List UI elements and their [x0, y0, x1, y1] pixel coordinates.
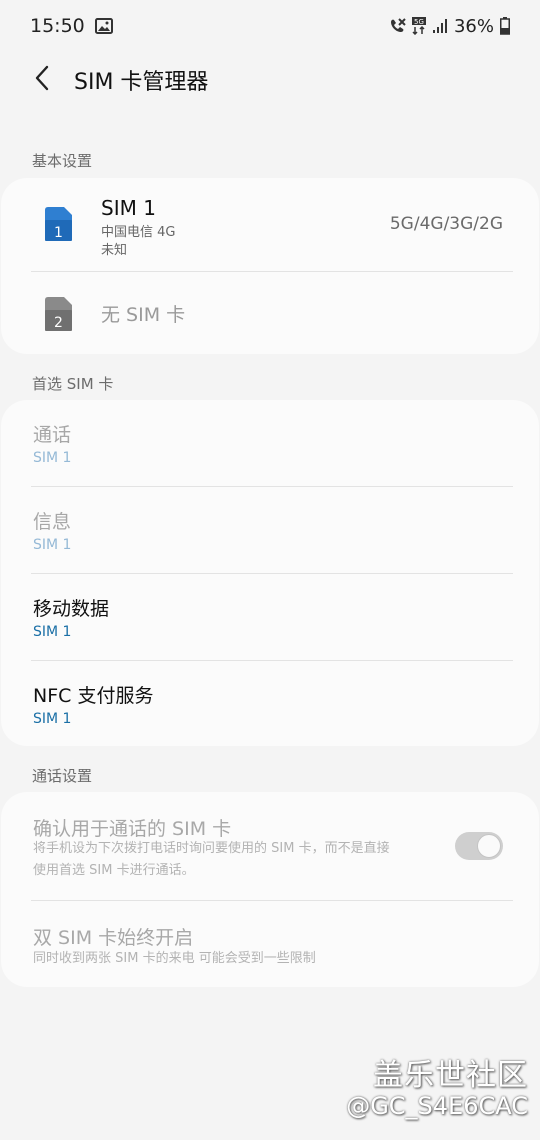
status-bar: 15:50 5G 36%: [0, 0, 540, 52]
pref-value-mobile-data: SIM 1: [33, 624, 72, 640]
page-title: SIM 卡管理器: [74, 70, 209, 95]
confirm-sim-desc-line2: 使用首选 SIM 卡进行通话。: [33, 863, 195, 878]
sim2-slot-number: 2: [54, 315, 63, 331]
sim1-row[interactable]: 1 SIM 1 中国电信 4G 未知 5G/4G/3G/2G: [1, 178, 539, 272]
sim-card-list: 1 SIM 1 中国电信 4G 未知 5G/4G/3G/2G 2 无 SIM 卡: [1, 178, 539, 354]
pref-title-mobile-data: 移动数据: [33, 598, 110, 620]
status-left: 15:50: [30, 15, 113, 37]
pref-row-messages[interactable]: 信息 SIM 1: [1, 487, 539, 573]
chevron-left-icon: [34, 65, 50, 95]
battery-icon: [500, 17, 510, 35]
status-time: 15:50: [30, 15, 85, 37]
preferred-sim-list: 通话 SIM 1 信息 SIM 1 移动数据 SIM 1 NFC 支付服务 SI…: [1, 400, 539, 746]
sim1-number: 未知: [101, 243, 128, 258]
watermark-username: @GC_S4E6CAC: [346, 1092, 528, 1120]
pref-title-calls: 通话: [33, 424, 72, 446]
sim2-label: 无 SIM 卡: [101, 304, 186, 326]
dual-sim-always-on-row[interactable]: 双 SIM 卡始终开启 同时收到两张 SIM 卡的来电 可能会受到一些限制: [1, 901, 539, 987]
section-label-call-settings: 通话设置: [32, 767, 93, 785]
5g-icon: 5G: [411, 17, 426, 35]
pref-row-mobile-data[interactable]: 移动数据 SIM 1: [1, 574, 539, 660]
toggle-knob: [477, 834, 501, 858]
back-button[interactable]: [12, 52, 72, 108]
section-label-basic: 基本设置: [32, 152, 93, 170]
pref-title-messages: 信息: [33, 511, 72, 533]
pref-value-nfc-payment: SIM 1: [33, 711, 72, 727]
call-blocked-icon: [388, 17, 406, 35]
pref-title-nfc-payment: NFC 支付服务: [33, 685, 154, 707]
signal-icon: [432, 18, 448, 34]
pref-value-calls: SIM 1: [33, 450, 72, 466]
battery-percentage: 36%: [453, 15, 494, 37]
confirm-sim-desc-line1: 将手机设为下次拨打电话时询问要使用的 SIM 卡，而不是直接: [33, 841, 390, 856]
app-bar: SIM 卡管理器: [0, 52, 540, 108]
pref-row-nfc-payment[interactable]: NFC 支付服务 SIM 1: [1, 661, 539, 746]
sim-card-icon: 1: [43, 206, 73, 246]
call-settings-list: 确认用于通话的 SIM 卡 将手机设为下次拨打电话时询问要使用的 SIM 卡，而…: [1, 792, 539, 987]
sim-card-icon: 2: [43, 296, 73, 336]
confirm-sim-title: 确认用于通话的 SIM 卡: [33, 818, 232, 840]
confirm-sim-toggle[interactable]: [455, 832, 503, 860]
watermark-community: 盖乐世社区: [373, 1058, 528, 1093]
sim1-network-mode: 5G/4G/3G/2G: [389, 214, 503, 234]
status-right: 5G 36%: [388, 16, 510, 37]
gallery-icon: [94, 18, 113, 34]
svg-text:5G: 5G: [414, 18, 424, 26]
sim1-name: SIM 1: [101, 196, 156, 220]
dual-sim-title: 双 SIM 卡始终开启: [33, 927, 194, 949]
section-label-preferred: 首选 SIM 卡: [32, 375, 114, 393]
dual-sim-desc: 同时收到两张 SIM 卡的来电 可能会受到一些限制: [33, 951, 316, 966]
sim2-row[interactable]: 2 无 SIM 卡: [1, 272, 539, 354]
pref-value-messages: SIM 1: [33, 537, 72, 553]
pref-row-calls[interactable]: 通话 SIM 1: [1, 400, 539, 486]
confirm-sim-for-calls-row[interactable]: 确认用于通话的 SIM 卡 将手机设为下次拨打电话时询问要使用的 SIM 卡，而…: [1, 792, 539, 900]
sim1-slot-number: 1: [54, 225, 63, 241]
sim1-carrier: 中国电信 4G: [101, 225, 176, 240]
